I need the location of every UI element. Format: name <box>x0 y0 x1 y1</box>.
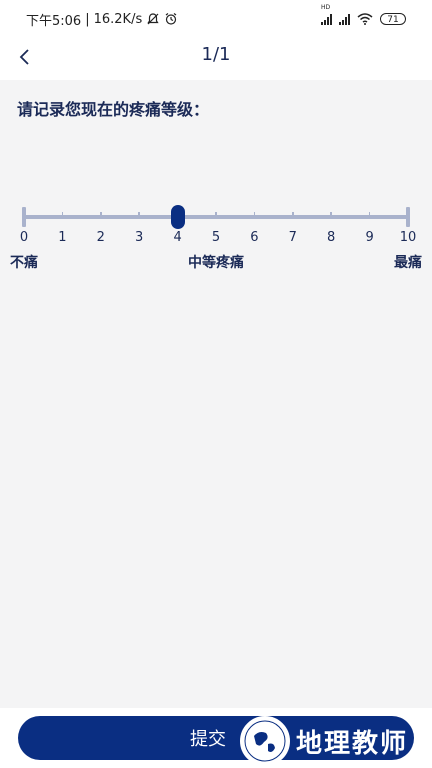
watermark: 地理教师 <box>240 716 408 766</box>
slider-tick-label: 4 <box>173 230 182 245</box>
slider-tick <box>292 212 294 217</box>
slider-thumb[interactable] <box>170 205 185 229</box>
slider-tick-label: 2 <box>96 230 105 245</box>
slider-tick-label: 6 <box>250 230 259 245</box>
network-label: HD <box>321 4 331 11</box>
slider-tick-labels: 0 1 2 3 4 5 6 7 8 9 10 <box>20 230 416 248</box>
question-prompt: 请记录您现在的疼痛等级： <box>17 100 210 119</box>
slider-tick-label: 0 <box>19 230 29 245</box>
watermark-text: 地理教师 <box>296 728 409 759</box>
battery-icon: 71 <box>380 13 406 25</box>
mute-bell-icon <box>147 13 159 25</box>
slider-end-cap-right <box>406 207 410 227</box>
label-no-pain: 不痛 <box>10 255 38 271</box>
slider-tick <box>330 212 332 217</box>
globe-logo-icon <box>240 716 290 766</box>
slider-end-cap-left <box>22 207 26 227</box>
label-moderate-pain: 中等疼痛 <box>188 255 244 271</box>
slider-tick <box>138 212 140 217</box>
slider-tick-label: 7 <box>288 230 297 245</box>
slider-tick-label: 5 <box>211 230 221 245</box>
label-worst-pain: 最痛 <box>394 255 422 271</box>
slider-tick-label: 10 <box>399 230 417 245</box>
status-left: 下午5:06 | 16.2K/s <box>26 10 178 29</box>
slider-tick-label: 3 <box>135 230 144 245</box>
slider-tick-label: 8 <box>327 230 336 245</box>
slider-tick <box>61 212 64 217</box>
slider-tick <box>368 212 371 217</box>
slider-tick <box>100 212 102 217</box>
nav-bar: 1/1 <box>0 38 432 80</box>
hd-signal-icon: HD <box>321 4 332 25</box>
status-speed: 16.2K/s <box>93 11 143 27</box>
status-right: HD 71 <box>321 4 432 25</box>
slider-tick <box>253 212 256 217</box>
status-divider: | <box>85 11 90 27</box>
submit-label: 提交 <box>190 729 226 750</box>
alarm-clock-icon <box>165 13 177 25</box>
slider-tick-label: 9 <box>365 230 374 245</box>
page-title: 1/1 <box>201 44 231 65</box>
status-time: 下午5:06 <box>26 13 82 29</box>
pain-level-slider[interactable] <box>22 205 410 229</box>
slider-tick <box>215 212 217 217</box>
wifi-icon <box>357 13 373 25</box>
status-bar: 下午5:06 | 16.2K/s HD 71 <box>0 0 432 38</box>
signal-icon <box>339 13 350 25</box>
slider-tick-label: 1 <box>58 230 67 245</box>
